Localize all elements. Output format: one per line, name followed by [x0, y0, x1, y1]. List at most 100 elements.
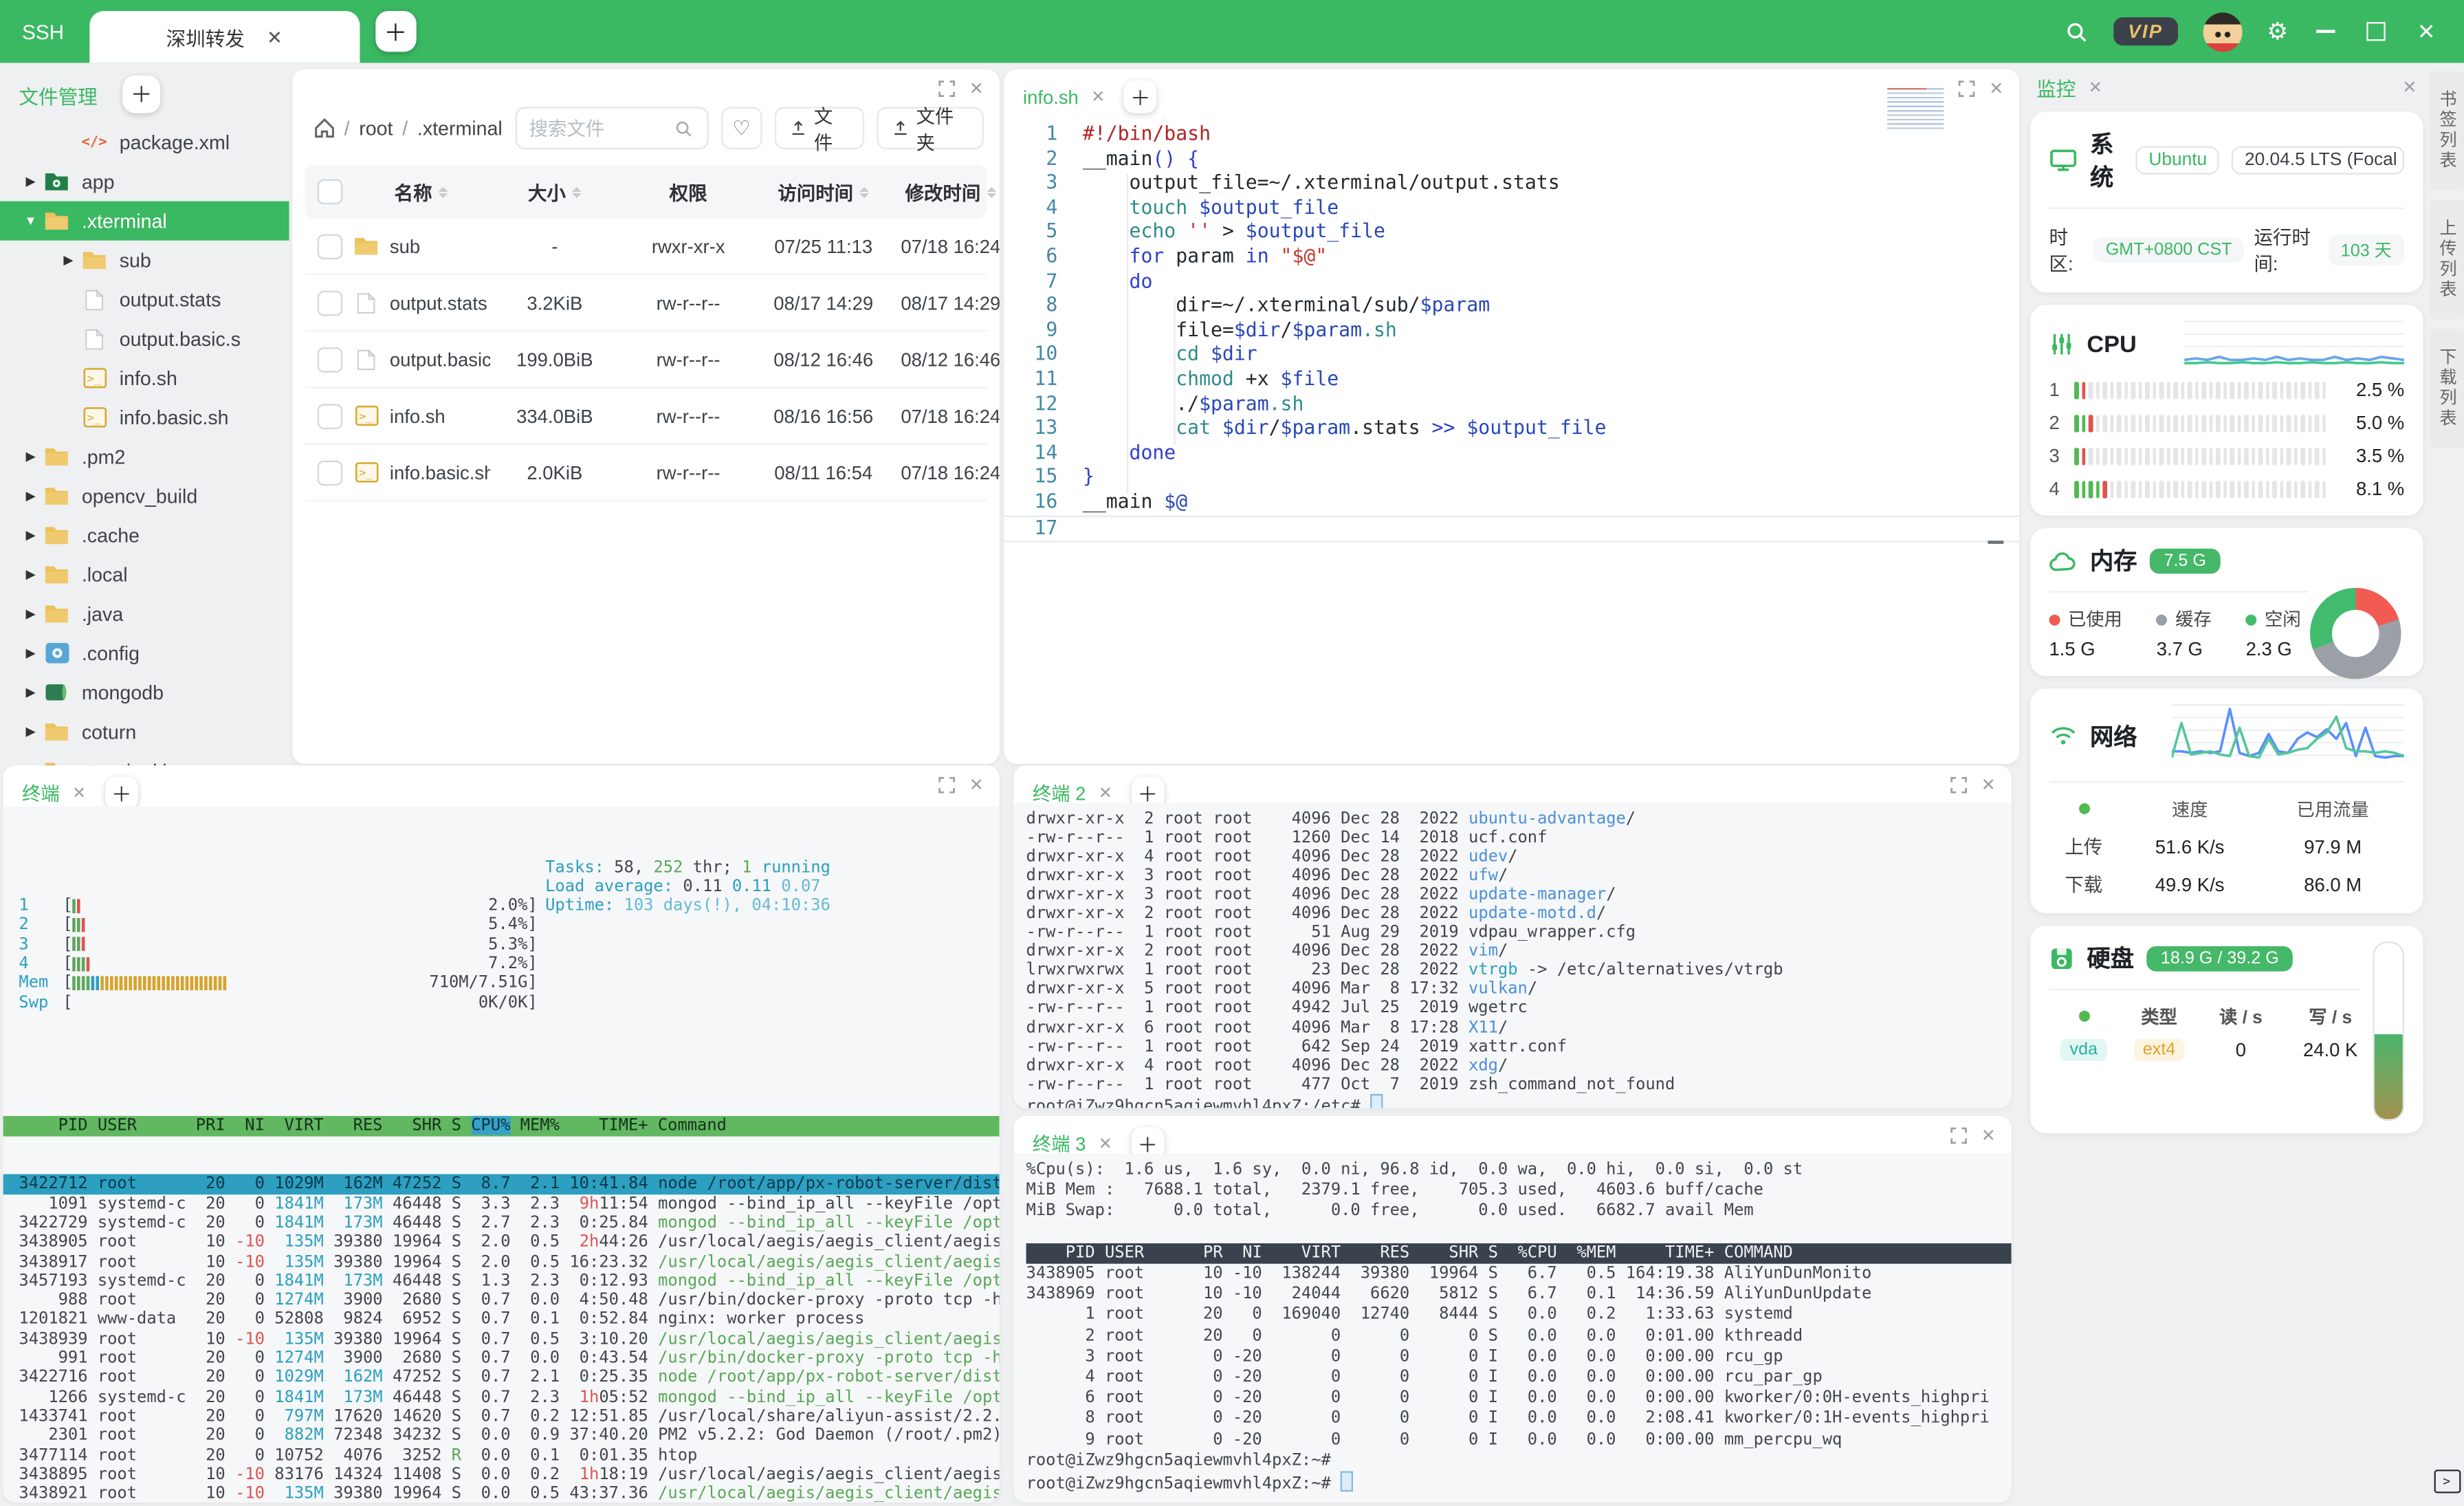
editor-line-7[interactable]: 7 do	[1004, 270, 2020, 294]
terminal-launcher-icon[interactable]: >	[2433, 1470, 2461, 1494]
terminal3-close-icon[interactable]: ✕	[1981, 1126, 1996, 1146]
file-panel-close-icon[interactable]: ✕	[969, 78, 984, 99]
file-column-2[interactable]: 权限	[619, 178, 758, 205]
vip-badge[interactable]: VIP	[2113, 17, 2177, 46]
terminal3-screen[interactable]: %Cpu(s): 1.6 us, 1.6 sy, 0.0 ni, 96.8 id…	[1013, 1153, 2012, 1503]
editor-line-17[interactable]: 17	[1004, 514, 2020, 543]
sidebar-item-app[interactable]: ▶ app	[0, 162, 289, 201]
terminal1-new-tab-button[interactable]: ＋	[104, 776, 138, 810]
htop-row[interactable]: 3422729 systemd-c 20 0 1841M 173M 46448 …	[3, 1213, 999, 1232]
row-checkbox[interactable]	[317, 403, 343, 428]
chevron-right-icon[interactable]: ▶	[19, 175, 42, 189]
sidebar-item-info-basic-sh[interactable]: >_ info.basic.sh	[0, 397, 289, 437]
terminal1-expand-icon[interactable]	[938, 776, 955, 794]
sidebar-add-button[interactable]: ＋	[122, 75, 161, 113]
terminal1-screen[interactable]: 1[2.0%] 2[5.4%] 3[5.3%] 4[7.2%] Mem[710M/7.5…	[3, 806, 1000, 1503]
terminal2-screen[interactable]: drwxr-xr-x 2 root root 4096 Dec 28 2022 …	[1013, 803, 2012, 1109]
session-tab[interactable]: 深圳转发 ✕	[89, 10, 360, 63]
terminal2-close-icon[interactable]: ✕	[1981, 775, 1996, 795]
file-column-1[interactable]: 大小	[490, 178, 619, 205]
htop-row[interactable]: 3438921 root 10 -10 135M 39380 19964 S 0…	[3, 1484, 999, 1503]
sidebar-item-sub[interactable]: ▶ sub	[0, 241, 289, 280]
editor-line-1[interactable]: 1 #!/bin/bash	[1004, 122, 2020, 147]
table-row-info-sh[interactable]: >_ info.sh 334.0BiB rw-r--r-- 08/16 16:56 07/…	[305, 389, 1000, 445]
editor-line-2[interactable]: 2 __main() {	[1004, 147, 2020, 172]
htop-row[interactable]: 3477114 root 20 0 10752 4076 3252 R 0.0 …	[3, 1445, 1000, 1465]
breadcrumb-dir[interactable]: .xterminal	[417, 117, 503, 139]
htop-row[interactable]: 3422716 root 20 0 1029M 162M 47252 S 0.7…	[3, 1368, 999, 1387]
sort-icon[interactable]	[438, 186, 448, 197]
chevron-right-icon[interactable]: ▶	[19, 489, 42, 503]
sort-icon[interactable]	[571, 186, 582, 197]
file-column-3[interactable]: 访问时间	[758, 178, 890, 205]
htop-row[interactable]: 1433741 root 20 0 797M 17620 14620 S 0.7…	[3, 1406, 999, 1426]
sidebar-item-coturn[interactable]: ▶ coturn	[0, 712, 289, 751]
upload-file-button[interactable]: 文件	[774, 105, 864, 153]
editor-new-tab-button[interactable]: ＋	[1123, 80, 1157, 113]
sidebar-item-config[interactable]: ▶ .config	[0, 633, 289, 673]
editor-expand-icon[interactable]	[1957, 80, 1974, 98]
monitor-panel-close-icon[interactable]: ✕	[2402, 77, 2417, 97]
terminal2-tab[interactable]: 终端 2 ✕	[1033, 780, 1112, 807]
file-column-0[interactable]: 名称	[352, 178, 490, 205]
rail-tab-[interactable]: 书签列表	[2429, 70, 2464, 190]
sidebar-item-output-basic-s[interactable]: output.basic.s	[0, 319, 289, 358]
editor-code[interactable]: 1 #!/bin/bash 2 __main() {3 output_file=~/.…	[1004, 122, 2020, 543]
terminal2-tab-close-icon[interactable]: ✕	[1099, 783, 1112, 802]
row-checkbox[interactable]	[317, 459, 343, 485]
sidebar-item-local[interactable]: ▶ .local	[0, 555, 289, 594]
chevron-right-icon[interactable]: ▶	[19, 607, 42, 621]
htop-row[interactable]: 988 root 20 0 1274M 3900 2680 S 0.7 0.0 …	[3, 1291, 1000, 1310]
terminal1-tab[interactable]: 终端 ✕	[22, 780, 86, 807]
avatar[interactable]	[2202, 12, 2242, 52]
row-checkbox[interactable]	[317, 346, 343, 372]
editor-line-4[interactable]: 4 touch $output_file	[1004, 196, 2020, 221]
terminal1-close-icon[interactable]: ✕	[969, 775, 984, 795]
upload-folder-button[interactable]: 文件夹	[877, 105, 984, 153]
htop-row[interactable]: 1201821 www-data 20 0 52808 9824 6952 S …	[3, 1310, 1000, 1329]
htop-row[interactable]: 3438905 root 10 -10 135M 39380 19964 S 2…	[3, 1233, 999, 1252]
home-icon[interactable]	[314, 118, 335, 138]
minimize-button[interactable]	[2313, 19, 2339, 44]
sidebar-item-package-xml[interactable]: </> package.xml	[0, 122, 289, 162]
chevron-right-icon[interactable]: ▶	[19, 686, 42, 700]
sidebar-item-cache[interactable]: ▶ .cache	[0, 516, 289, 555]
terminal1-tab-close-icon[interactable]: ✕	[72, 783, 86, 802]
editor-line-6[interactable]: 6 for param in "$@"	[1004, 245, 2020, 270]
sidebar-item-pm2[interactable]: ▶ .pm2	[0, 437, 289, 476]
editor-tab-info-sh[interactable]: info.sh ✕	[1023, 86, 1105, 108]
favorite-button[interactable]: ♡	[720, 107, 762, 150]
table-row-sub[interactable]: sub - rwxr-xr-x 07/25 11:13 07/18 16:24	[305, 219, 1000, 275]
select-all-checkbox[interactable]	[317, 179, 343, 205]
search-icon-small[interactable]	[674, 119, 692, 138]
sidebar-item-java[interactable]: ▶ .java	[0, 594, 289, 633]
new-session-button[interactable]: ＋	[375, 10, 417, 52]
editor-line-16[interactable]: 16 __main $@	[1004, 490, 2020, 515]
editor-line-11[interactable]: 11 chmod +x $file	[1004, 368, 2020, 393]
htop-row[interactable]: 1266 systemd-c 20 0 1841M 173M 46448 S 0…	[3, 1387, 999, 1406]
htop-row[interactable]: 3438917 root 10 -10 135M 39380 19964 S 2…	[3, 1252, 999, 1272]
editor-line-12[interactable]: 12 ./$param.sh	[1004, 392, 2020, 417]
editor-line-5[interactable]: 5 echo '' > $output_file	[1004, 221, 2020, 245]
breadcrumb[interactable]: / root / .xterminal	[314, 117, 503, 139]
file-panel-expand-icon[interactable]	[938, 80, 955, 98]
file-column-4[interactable]: 修改时间	[890, 178, 1000, 205]
breadcrumb-root[interactable]: root	[359, 117, 393, 139]
table-row-info-basic-sh[interactable]: >_ info.basic.sh 2.0KiB rw-r--r-- 08/11 16:5…	[305, 445, 1000, 502]
row-checkbox[interactable]	[317, 233, 343, 259]
row-checkbox[interactable]	[317, 290, 343, 316]
terminal-cursor[interactable]	[1341, 1471, 1354, 1492]
editor-line-10[interactable]: 10 cd $dir	[1004, 343, 2020, 368]
editor-fold-marker[interactable]	[1988, 541, 2004, 544]
file-search-input[interactable]	[526, 115, 674, 141]
chevron-down-icon[interactable]: ▼	[19, 214, 42, 228]
rail-tab-[interactable]: 上传列表	[2429, 199, 2464, 319]
chevron-right-icon[interactable]: ▶	[19, 725, 42, 739]
monitor-tab-close-icon[interactable]: ✕	[2089, 78, 2102, 96]
editor-line-13[interactable]: 13 cat $dir/$param.stats >> $output_file	[1004, 417, 2020, 441]
chevron-right-icon[interactable]: ▶	[19, 450, 42, 464]
editor-line-15[interactable]: 15}	[1004, 466, 2020, 490]
htop-row[interactable]: 2301 root 20 0 882M 72348 34232 S 0.0 0.…	[3, 1426, 999, 1445]
chevron-right-icon[interactable]: ▶	[19, 646, 42, 660]
monitor-tab-label[interactable]: 监控	[2036, 72, 2076, 102]
